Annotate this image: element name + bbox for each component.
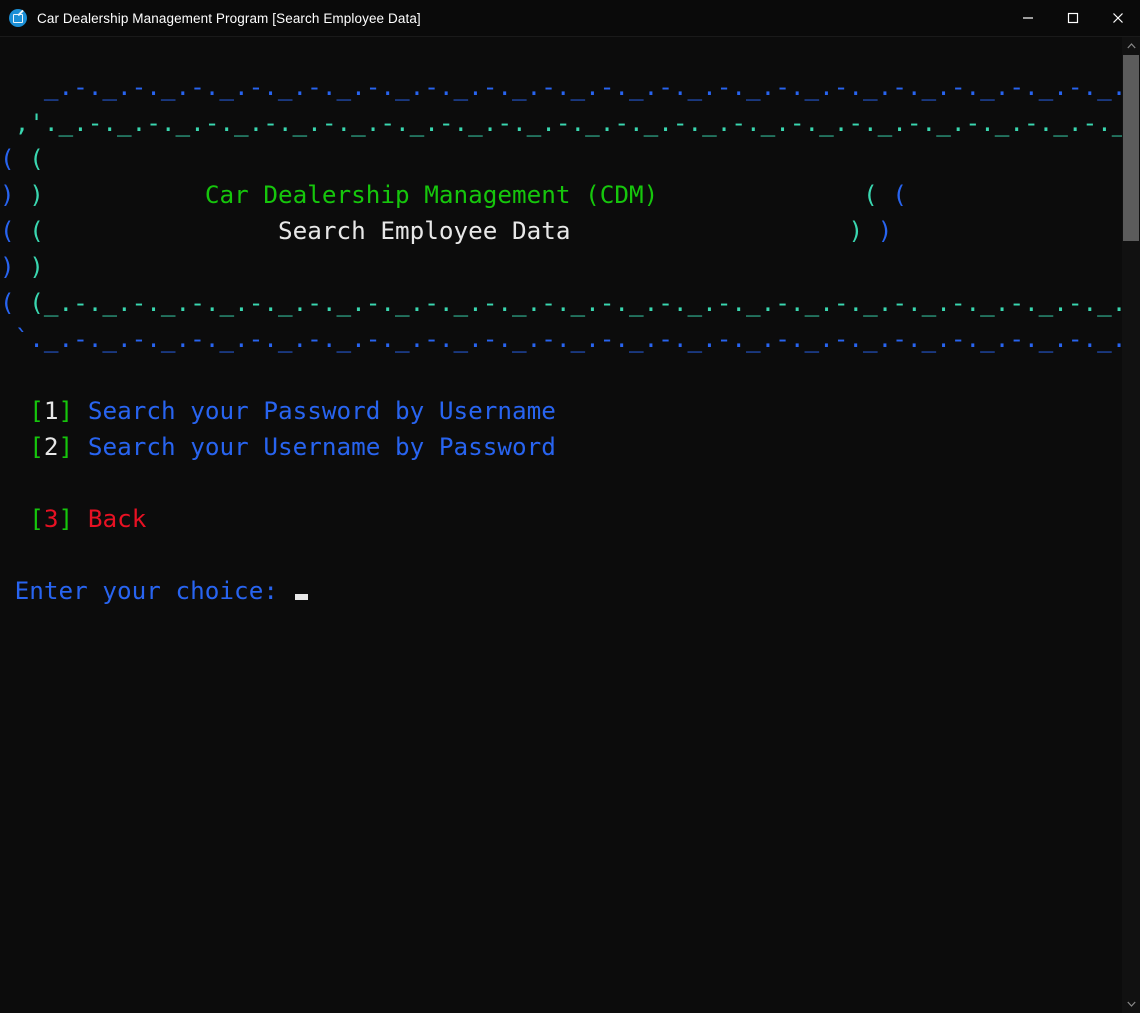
banner-row-0-left-outer: ( [0,144,15,173]
choice-prompt-label: Enter your choice: [14,576,278,605]
menu-option-2-bracket-open: [ [29,432,44,461]
close-button[interactable] [1095,0,1140,36]
menu-option-3[interactable]: [3] Back [0,504,146,533]
minimize-button[interactable] [1005,0,1050,36]
menu-option-2[interactable]: [2] Search your Username by Password [0,432,556,461]
menu-option-2-bracket-close: ] [58,432,74,461]
app-icon [9,9,27,27]
banner-row-1-right-outer: ( [892,180,908,209]
menu-option-3-key: 3 [43,504,59,533]
window-title: Car Dealership Management Program [Searc… [37,10,421,26]
menu-option-1-key: 1 [43,396,59,425]
window-controls [1005,0,1140,36]
close-icon [1112,13,1123,23]
app-title: Car Dealership Management (CDM) [204,180,659,209]
console-output[interactable]: _.-._.-._.-._.-._.-._.-._.-._.-._.-._.-.… [0,37,1122,1013]
text-cursor [294,594,308,600]
banner-row-1-left-outer: ) [0,180,15,209]
banner-bottom-inner-left: ( [0,288,15,317]
choice-prompt[interactable]: Enter your choice: [0,576,308,605]
scroll-up-button[interactable] [1122,37,1140,55]
minimize-icon [1022,17,1033,19]
scroll-down-icon [1126,1001,1136,1007]
menu-option-1[interactable]: [1] Search your Password by Username [0,396,556,425]
scroll-up-icon [1126,43,1136,49]
banner-row-2-right-outer: ) [877,216,893,245]
menu-option-2-key: 2 [43,432,59,461]
vertical-scrollbar[interactable] [1122,37,1140,1013]
menu-option-2-label: Search your Username by Password [87,432,556,461]
scroll-down-button[interactable] [1122,995,1140,1013]
banner-row-0-left-inner: ( [29,144,44,173]
banner-row-1-left-inner: ) [29,180,44,209]
window-titlebar[interactable]: Car Dealership Management Program [Searc… [0,0,1140,37]
menu-option-1-bracket-open: [ [29,396,44,425]
banner-row-2-right-inner: ) [848,216,864,245]
terminal-screen: _.-._.-._.-._.-._.-._.-._.-._.-._.-._.-.… [0,37,1122,609]
scrollbar-thumb[interactable] [1123,55,1139,241]
banner-top-inner: ,'._.-._.-._.-._.-._.-._.-._.-._.-._.-._… [0,108,1122,137]
scrollbar-track[interactable] [1122,55,1140,995]
menu-option-1-label: Search your Password by Username [87,396,556,425]
maximize-button[interactable] [1050,0,1095,36]
console-window: _.-._.-._.-._.-._.-._.-._.-._.-._.-._.-.… [0,37,1140,1013]
menu-option-3-bracket-open: [ [29,504,44,533]
banner-row-2-left-outer: ( [0,216,15,245]
banner-row-2-left-inner: ( [29,216,44,245]
screen-title: Search Employee Data [277,216,571,245]
maximize-icon [1067,12,1078,24]
banner-row-3-left-inner: ) [29,252,44,281]
banner-row-3-left-outer: ) [0,252,15,281]
menu-option-3-bracket-close: ] [58,504,74,533]
banner-bottom-inner: (_.-._.-._.-._.-._.-._.-._.-._.-._.-._.-… [29,288,1122,317]
banner-row-1-right-inner: ( [863,180,878,209]
menu-option-3-label: Back [87,504,147,533]
banner-top-outer: _.-._.-._.-._.-._.-._.-._.-._.-._.-._.-.… [0,72,1122,101]
menu-option-1-bracket-close: ] [58,396,74,425]
banner-bottom-outer: `._.-._.-._.-._.-._.-._.-._.-._.-._.-._.… [0,324,1122,353]
